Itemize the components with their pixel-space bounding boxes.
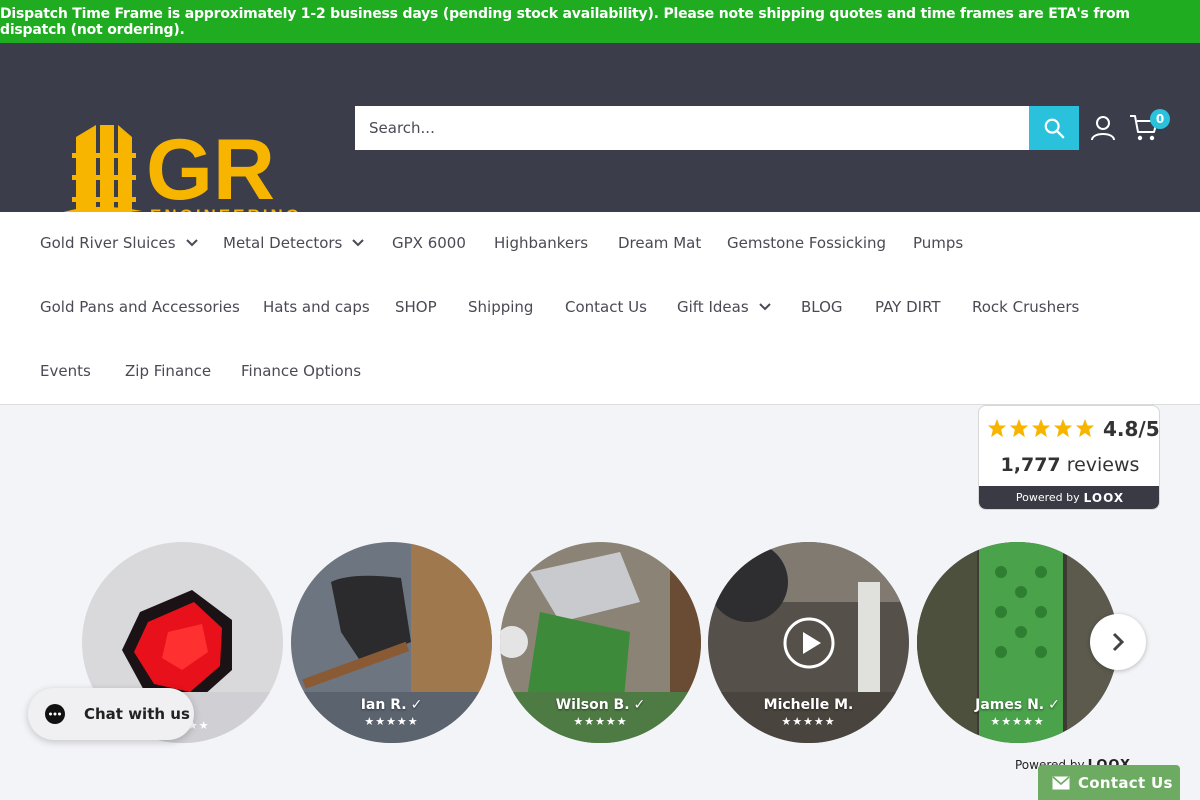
loox-brand: LOOX <box>1083 490 1125 505</box>
review-card[interactable]: Wilson B. ✓ ★★★★★ <box>500 542 701 743</box>
review-count-number: 1,777 <box>1000 454 1061 476</box>
nav-item-label: Rock Crushers <box>972 298 1080 316</box>
envelope-icon <box>1052 775 1070 789</box>
powered-by-text: Powered by <box>1015 491 1080 504</box>
verified-icon: ✓ <box>410 697 423 713</box>
nav-item-label: PAY DIRT <box>875 298 941 316</box>
review-stars: ★★★★★ <box>573 715 628 728</box>
announcement-bar: Dispatch Time Frame is approximately 1-2… <box>0 0 1200 43</box>
site-header: GR ENGINEERING 0 <box>0 43 1200 227</box>
chat-label: Chat with us <box>84 705 190 723</box>
nav-item-gpx-6000[interactable]: GPX 6000 <box>392 234 466 252</box>
nav-item-label: Events <box>40 362 91 380</box>
play-icon[interactable] <box>783 617 835 669</box>
review-meta: Michelle M. ★★★★★ <box>708 694 909 728</box>
nav-item-label: BLOG <box>801 298 843 316</box>
chat-bubble-icon <box>45 704 65 724</box>
main-navigation: Gold River Sluices Metal Detectors GPX 6… <box>0 212 1200 405</box>
loox-powered-bar: Powered by LOOX <box>979 486 1159 509</box>
nav-item-gold-river-sluices[interactable]: Gold River Sluices <box>40 234 198 252</box>
cart-count-badge: 0 <box>1150 109 1170 129</box>
nav-item-finance-options[interactable]: Finance Options <box>241 362 361 380</box>
nav-item-label: Shipping <box>468 298 534 316</box>
loox-rating-badge[interactable]: 4.8/5 1,777 reviews Powered by LOOX <box>978 405 1160 510</box>
search-bar <box>355 106 1079 150</box>
nav-item-label: SHOP <box>395 298 437 316</box>
nav-item-label: Highbankers <box>494 234 589 252</box>
announcement-text: Dispatch Time Frame is approximately 1-2… <box>0 5 1130 38</box>
nav-item-label: Finance Options <box>241 362 362 380</box>
star-icon <box>1053 418 1073 438</box>
nav-item-pumps[interactable]: Pumps <box>913 234 963 252</box>
verified-icon: ✓ <box>1048 697 1060 713</box>
search-button[interactable] <box>1029 106 1079 150</box>
review-meta: Ian R. ✓ ★★★★★ <box>291 694 492 728</box>
nav-item-metal-detectors[interactable]: Metal Detectors <box>223 234 365 252</box>
star-icon <box>987 418 1007 438</box>
reviewer-name: Ian R. ✓ <box>360 697 423 713</box>
nav-item-gemstone-fossicking[interactable]: Gemstone Fossicking <box>727 234 886 252</box>
review-card[interactable]: Ian R. ✓ ★★★★★ <box>291 542 492 743</box>
account-icon[interactable] <box>1091 115 1115 141</box>
nav-item-pay-dirt[interactable]: PAY DIRT <box>875 298 941 316</box>
nav-item-hats-and-caps[interactable]: Hats and caps <box>263 298 370 316</box>
nav-item-events[interactable]: Events <box>40 362 91 380</box>
nav-item-label: Gift Ideas <box>677 298 749 316</box>
nav-item-contact-us[interactable]: Contact Us <box>565 298 647 316</box>
review-count-label: reviews <box>1066 454 1140 476</box>
nav-item-dream-mat[interactable]: Dream Mat <box>618 234 701 252</box>
nav-item-zip-finance[interactable]: Zip Finance <box>125 362 211 380</box>
contact-us-label: Contact Us <box>1078 773 1173 792</box>
nav-item-gold-pans[interactable]: Gold Pans and Accessories <box>40 298 240 316</box>
nav-item-label: Metal Detectors <box>223 234 343 252</box>
star-icon <box>1031 418 1051 438</box>
verified-icon: ✓ <box>633 697 646 713</box>
chevron-right-icon <box>1112 632 1125 652</box>
nav-item-label: Dream Mat <box>618 234 702 252</box>
contact-us-tab[interactable]: Contact Us <box>1038 765 1180 800</box>
rating-stars <box>987 418 1095 438</box>
logo-text: GR <box>146 123 275 218</box>
nav-item-label: Contact Us <box>565 298 647 316</box>
nav-item-shop[interactable]: SHOP <box>395 298 437 316</box>
star-icon <box>1075 418 1095 438</box>
nav-item-label: Zip Finance <box>125 362 212 380</box>
nav-item-gift-ideas[interactable]: Gift Ideas <box>677 298 771 316</box>
nav-item-label: Hats and caps <box>263 298 370 316</box>
review-stars: ★★★★★ <box>990 715 1045 728</box>
nav-item-shipping[interactable]: Shipping <box>468 298 533 316</box>
chevron-down-icon <box>352 239 365 247</box>
review-stars: ★★★★★ <box>781 715 836 728</box>
chat-widget[interactable]: Chat with us <box>28 688 194 740</box>
nav-item-label: Gemstone Fossicking <box>727 234 887 252</box>
nav-item-label: Gold Pans and Accessories <box>40 298 240 316</box>
chevron-down-icon <box>758 303 771 311</box>
reviewer-name: Wilson B. ✓ <box>555 697 646 713</box>
review-meta: Wilson B. ✓ ★★★★★ <box>500 694 701 728</box>
star-icon <box>1009 418 1029 438</box>
reviewer-name: James N. ✓ <box>975 697 1060 713</box>
nav-item-rock-crushers[interactable]: Rock Crushers <box>972 298 1079 316</box>
carousel-next-button[interactable] <box>1090 614 1146 670</box>
nav-item-label: Pumps <box>913 234 964 252</box>
review-stars: ★★★★★ <box>364 715 419 728</box>
search-input[interactable] <box>355 106 1029 150</box>
review-carousel: ✓ ★★★★★ Ian R.✓ ★★★★★ Wilson B.✓ ★★★★★ <box>82 542 1118 743</box>
chevron-down-icon <box>185 239 198 247</box>
review-card[interactable]: James N. ✓ ★★★★★ <box>917 542 1118 743</box>
review-card[interactable]: Michelle M. ★★★★★ <box>708 542 909 743</box>
nav-item-label: GPX 6000 <box>392 234 466 252</box>
review-count: 1,777 reviews <box>979 454 1159 476</box>
nav-item-blog[interactable]: BLOG <box>801 298 843 316</box>
reviewer-name: Michelle M. <box>763 697 854 713</box>
nav-item-label: Gold River Sluices <box>40 234 176 252</box>
review-meta: James N. ✓ ★★★★★ <box>917 694 1118 728</box>
search-icon <box>1044 118 1065 139</box>
rating-value: 4.8/5 <box>1103 417 1160 441</box>
nav-item-highbankers[interactable]: Highbankers <box>494 234 588 252</box>
